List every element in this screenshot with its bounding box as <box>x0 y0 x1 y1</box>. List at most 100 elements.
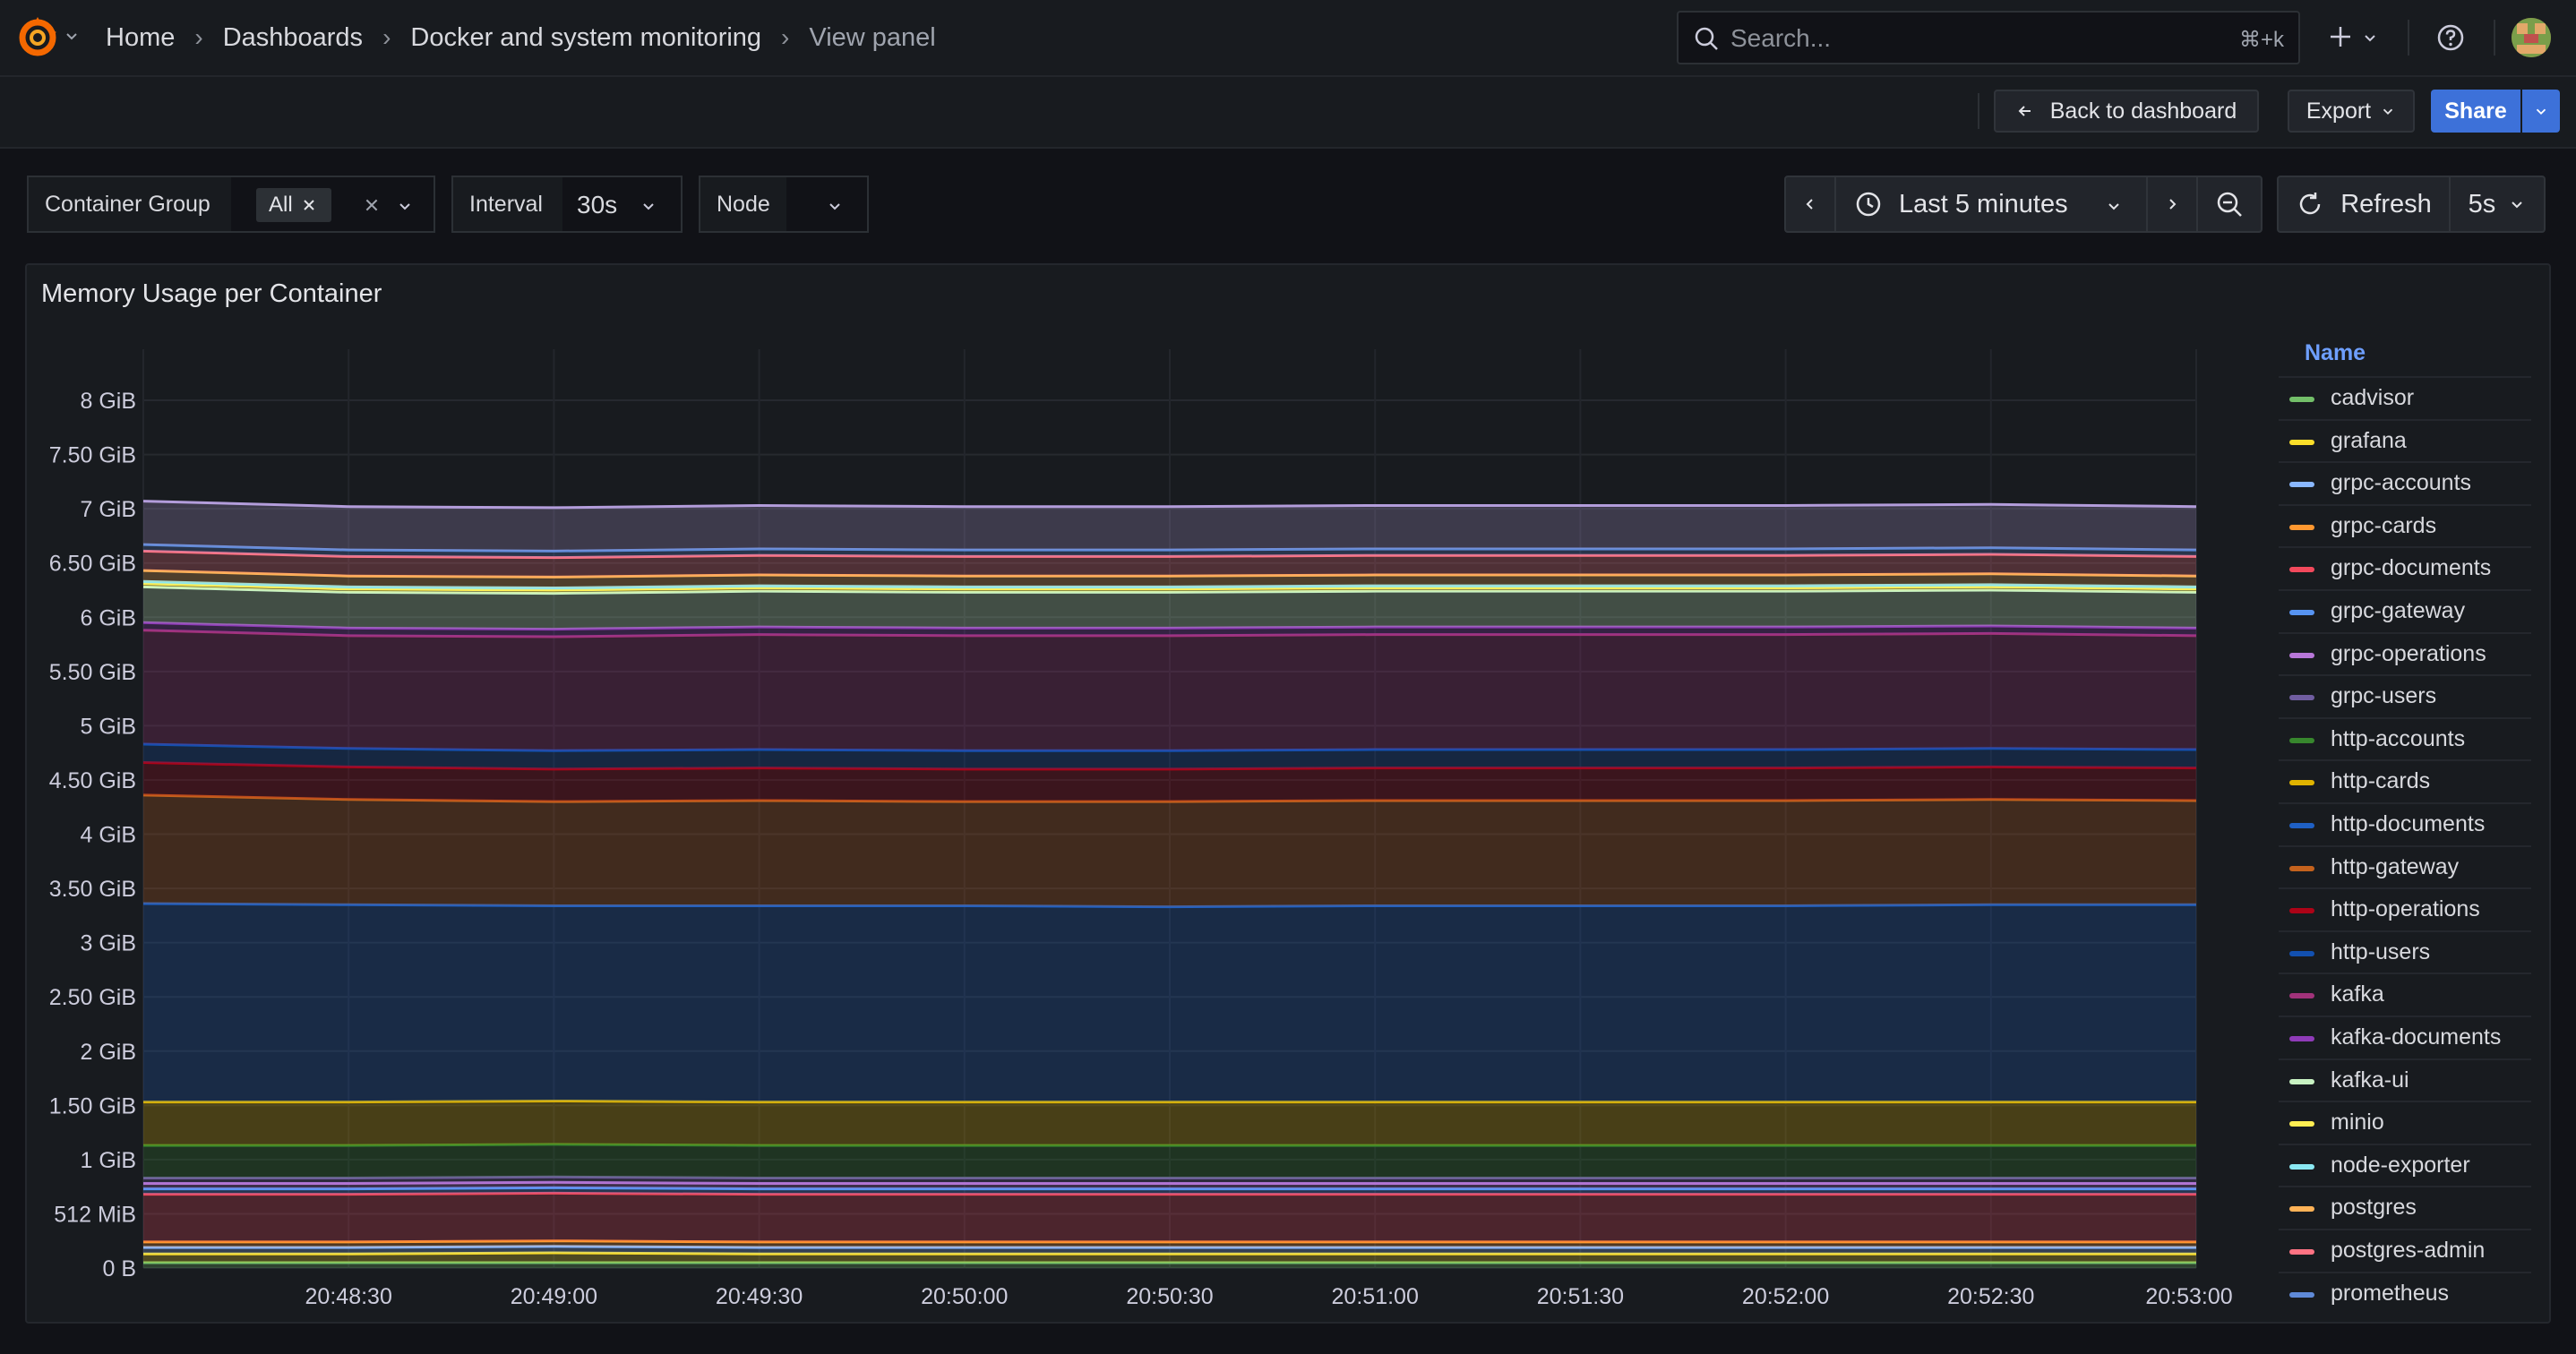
legend-item[interactable]: grpc-users <box>2279 674 2531 716</box>
y-tick-label: 4.50 GiB <box>49 768 136 793</box>
y-tick-label: 1.50 GiB <box>49 1093 136 1118</box>
legend-item[interactable]: kafka-ui <box>2279 1058 2531 1100</box>
series-area <box>143 1101 2196 1146</box>
legend-item[interactable]: grpc-gateway <box>2279 589 2531 630</box>
y-tick-label: 8 GiB <box>80 389 136 414</box>
y-tick-label: 0 B <box>102 1256 136 1281</box>
legend-item[interactable]: minio <box>2279 1101 2531 1142</box>
legend-label: grpc-users <box>2331 683 2437 709</box>
legend-label: kafka-ui <box>2331 1067 2409 1093</box>
y-tick-label: 6 GiB <box>80 605 136 630</box>
series-area <box>143 630 2196 751</box>
y-tick-label: 7 GiB <box>80 497 136 522</box>
legend-swatch <box>2289 737 2314 743</box>
legend-label: grpc-gateway <box>2331 598 2466 623</box>
legend-item[interactable]: http-users <box>2279 930 2531 972</box>
legend-item[interactable]: kafka-documents <box>2279 1016 2531 1057</box>
x-tick-label: 20:49:00 <box>511 1284 597 1309</box>
legend-label: grafana <box>2331 427 2407 453</box>
legend-item[interactable]: postgres-admin <box>2279 1229 2531 1270</box>
x-tick-label: 20:48:30 <box>305 1284 392 1309</box>
legend-label: postgres-admin <box>2331 1238 2486 1263</box>
legend-swatch <box>2289 1078 2314 1084</box>
legend-label: prometheus <box>2331 1280 2450 1306</box>
legend-label: http-accounts <box>2331 725 2466 751</box>
legend-label: grpc-operations <box>2331 640 2486 666</box>
legend-item[interactable]: http-documents <box>2279 802 2531 844</box>
legend-swatch <box>2289 865 2314 871</box>
legend-label: postgres <box>2331 1195 2417 1221</box>
y-tick-label: 6.50 GiB <box>49 552 136 577</box>
legend-swatch <box>2289 397 2314 402</box>
y-tick-label: 1 GiB <box>80 1148 136 1173</box>
legend-label: cadvisor <box>2331 385 2415 410</box>
x-tick-label: 20:50:30 <box>1126 1284 1213 1309</box>
legend-label: http-cards <box>2331 768 2431 794</box>
x-tick-label: 20:53:00 <box>2145 1284 2232 1309</box>
legend-item[interactable]: grpc-accounts <box>2279 461 2531 502</box>
legend-item[interactable]: node-exporter <box>2279 1143 2531 1185</box>
legend-label: http-gateway <box>2331 853 2460 879</box>
legend-label: kafka-documents <box>2331 1024 2502 1050</box>
legend-swatch <box>2289 908 2314 914</box>
y-tick-label: 5.50 GiB <box>49 660 136 685</box>
y-tick-label: 3.50 GiB <box>49 877 136 902</box>
legend-item[interactable]: http-gateway <box>2279 844 2531 887</box>
legend-swatch <box>2289 1206 2314 1213</box>
y-tick-label: 3 GiB <box>80 931 136 956</box>
x-tick-label: 20:50:00 <box>921 1284 1008 1309</box>
legend-label: grpc-cards <box>2331 512 2437 538</box>
legend-swatch <box>2289 567 2314 573</box>
legend-item[interactable]: cadvisor <box>2279 376 2531 417</box>
legend-label: http-documents <box>2331 811 2486 836</box>
y-tick-label: 5 GiB <box>80 714 136 739</box>
y-tick-label: 512 MiB <box>54 1202 136 1227</box>
x-tick-label: 20:49:30 <box>716 1284 803 1309</box>
legend-swatch <box>2289 524 2314 530</box>
legend-swatch <box>2289 993 2314 999</box>
legend-swatch <box>2289 695 2314 701</box>
legend-swatch <box>2289 652 2314 658</box>
series-area <box>143 794 2196 907</box>
legend-swatch <box>2289 439 2314 445</box>
legend-swatch <box>2289 1121 2314 1127</box>
legend-swatch <box>2289 823 2314 828</box>
legend-label: http-users <box>2331 938 2431 964</box>
legend-label: kafka <box>2331 981 2384 1007</box>
y-tick-label: 4 GiB <box>80 823 136 848</box>
memory-usage-chart[interactable]: 0 B 512 MiB 1 GiB 1.50 GiB 2 GiB 2.50 GiB 3 Gi… <box>0 0 2576 1354</box>
y-tick-label: 2.50 GiB <box>49 985 136 1010</box>
legend-swatch <box>2289 1249 2314 1255</box>
legend-swatch <box>2289 482 2314 488</box>
x-tick-label: 20:51:30 <box>1537 1284 1624 1309</box>
legend-item[interactable]: grpc-cards <box>2279 503 2531 545</box>
legend-item[interactable]: kafka <box>2279 973 2531 1014</box>
chart-series-group <box>142 500 2197 1268</box>
legend-item[interactable]: prometheus <box>2279 1271 2531 1313</box>
legend-swatch <box>2289 950 2314 956</box>
x-tick-label: 20:52:00 <box>1742 1284 1829 1309</box>
legend-swatch <box>2289 610 2314 615</box>
legend-label: node-exporter <box>2331 1152 2470 1178</box>
y-tick-label: 7.50 GiB <box>49 443 136 468</box>
legend-swatch <box>2289 1163 2314 1170</box>
legend-swatch <box>2289 1036 2314 1041</box>
y-tick-label: 2 GiB <box>80 1040 136 1065</box>
legend-label: http-operations <box>2331 896 2480 922</box>
legend-item[interactable]: http-cards <box>2279 759 2531 801</box>
legend-label: grpc-documents <box>2331 555 2492 581</box>
series-area <box>143 1193 2196 1242</box>
legend-label: grpc-accounts <box>2331 470 2472 496</box>
legend-item[interactable]: http-accounts <box>2279 716 2531 758</box>
legend-item[interactable]: http-operations <box>2279 887 2531 929</box>
x-tick-label: 20:51:00 <box>1332 1284 1419 1309</box>
x-tick-label: 20:52:30 <box>1947 1284 2034 1309</box>
legend-swatch <box>2289 1291 2314 1298</box>
series-area <box>143 904 2196 1102</box>
legend-item[interactable]: postgres <box>2279 1186 2531 1227</box>
legend-header[interactable]: Name <box>2305 340 2366 366</box>
legend-item[interactable]: grafana <box>2279 418 2531 460</box>
legend-item[interactable]: grpc-documents <box>2279 546 2531 587</box>
series-area <box>143 1144 2196 1178</box>
legend-item[interactable]: grpc-operations <box>2279 631 2531 673</box>
